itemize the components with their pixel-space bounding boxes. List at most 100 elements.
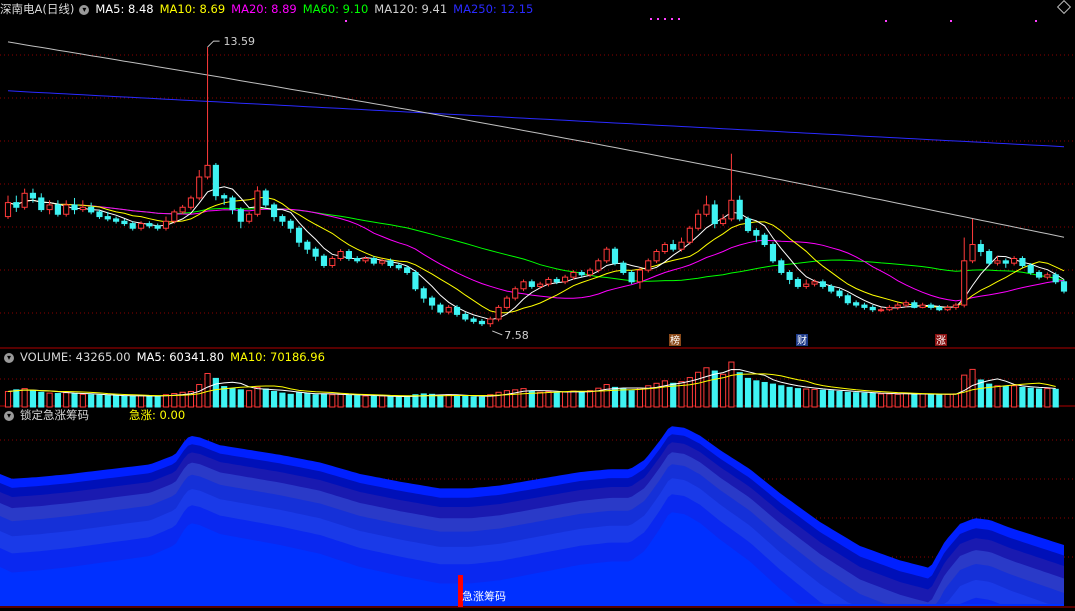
candle-body — [736, 199, 743, 220]
volume-bar — [470, 396, 477, 408]
volume-bar — [670, 382, 677, 408]
candle-body — [902, 302, 910, 306]
candle-body — [487, 318, 494, 325]
candle-body — [861, 304, 868, 308]
candle-body — [420, 288, 427, 299]
candle-body — [520, 281, 527, 290]
volume-bar — [196, 384, 203, 408]
volume-bar — [329, 394, 336, 408]
volume-bar — [861, 392, 868, 408]
candle-body — [212, 164, 219, 197]
candle-body — [88, 206, 95, 213]
candle-body — [778, 260, 785, 273]
candle-body — [404, 267, 411, 273]
volume-bar — [894, 393, 901, 408]
volume-bar — [919, 393, 926, 408]
volume-bar — [503, 390, 510, 408]
volume-bar — [537, 391, 544, 408]
candle-body — [603, 248, 610, 262]
indicator-value: 急涨: 0.00 — [129, 408, 186, 422]
volume-bar — [354, 395, 361, 408]
candle-body — [1019, 258, 1026, 266]
volume-bar — [720, 373, 727, 408]
volume-bar — [1052, 388, 1059, 408]
candle-body — [13, 202, 20, 208]
volume-ma10-label: MA10: 70186.96 — [230, 350, 325, 364]
candle-body — [329, 258, 336, 266]
candle-body — [620, 262, 627, 273]
candle-body — [836, 290, 843, 297]
volume-bar — [246, 390, 253, 408]
candle-body — [387, 260, 394, 266]
volume-bar — [1035, 388, 1043, 408]
volume-bar — [345, 394, 352, 408]
volume-bar — [853, 392, 860, 408]
candle-body — [570, 271, 577, 278]
volume-bar — [320, 393, 328, 408]
candle-body — [312, 248, 319, 257]
indicator-name: 锁定急涨筹码 — [20, 408, 89, 422]
candle-body — [986, 251, 993, 264]
candle-body — [1011, 258, 1018, 264]
volume-bar — [778, 385, 785, 408]
candle-body — [1002, 260, 1009, 264]
volume-bar — [786, 386, 793, 408]
candle-body — [786, 271, 793, 280]
volume-bar — [911, 393, 918, 408]
candle-body — [769, 244, 777, 262]
volume-bar — [1011, 385, 1018, 408]
volume-bar — [661, 380, 668, 408]
volume-bar — [902, 393, 910, 408]
volume-bar — [146, 395, 153, 408]
candle-body — [1035, 271, 1043, 278]
volume-bar — [428, 393, 436, 408]
tag-cai: 财 — [797, 334, 807, 347]
volume-bar — [703, 367, 710, 408]
high-price-label: 13.59 — [224, 35, 256, 48]
stock-chart[interactable]: 13.59 7.58 榜 财 涨急涨筹码 — [0, 0, 1075, 611]
volume-bar — [46, 392, 53, 408]
candle-body — [46, 204, 53, 211]
volume-bar — [828, 390, 835, 408]
volume-bar — [129, 395, 136, 408]
candle-body — [1060, 281, 1068, 292]
volume-bar — [404, 395, 411, 408]
candle-body — [478, 320, 486, 325]
candle-body — [162, 220, 170, 229]
volume-bar — [113, 395, 120, 408]
candle-body — [428, 297, 436, 306]
volume-header: ▾ VOLUME: 43265.00 MA5: 60341.80 MA10: 7018… — [0, 349, 331, 365]
volume-bar — [927, 393, 935, 408]
volume-bar — [13, 389, 20, 408]
candle-body — [395, 264, 402, 269]
event-dot — [664, 18, 666, 20]
candle-body — [711, 204, 718, 225]
volume-bar — [279, 392, 286, 408]
volume-bar — [445, 394, 452, 408]
candle-body — [853, 302, 860, 306]
settings-toggle-icon[interactable]: ▾ — [79, 4, 90, 15]
candle-body — [21, 192, 28, 208]
main-header: 深南电A(日线) ▾ MA5: 8.48 MA10: 8.69 MA20: 8.89 MA… — [0, 1, 539, 17]
volume-bar — [462, 395, 469, 408]
volume-bar — [636, 387, 644, 408]
volume-bar — [295, 392, 303, 408]
volume-bar — [1002, 386, 1009, 408]
candle-body — [794, 278, 801, 287]
tag-zhang: 涨 — [936, 335, 946, 347]
candle-body — [229, 197, 236, 211]
candle-body — [1044, 274, 1051, 278]
candle-body — [611, 248, 619, 264]
candle-body — [4, 202, 12, 218]
candle-body — [254, 190, 261, 215]
candle-body — [678, 241, 685, 250]
candle-body — [379, 260, 386, 264]
candle-body — [703, 204, 710, 215]
volume-toggle-icon[interactable]: ▾ — [4, 352, 14, 363]
volume-bar — [71, 393, 78, 408]
stock-title[interactable]: 深南电A(日线) — [0, 2, 74, 16]
indicator-toggle-icon[interactable]: ▾ — [4, 410, 14, 421]
volume-bar — [212, 377, 219, 408]
volume-bar — [495, 391, 502, 408]
candle-body — [811, 281, 818, 285]
